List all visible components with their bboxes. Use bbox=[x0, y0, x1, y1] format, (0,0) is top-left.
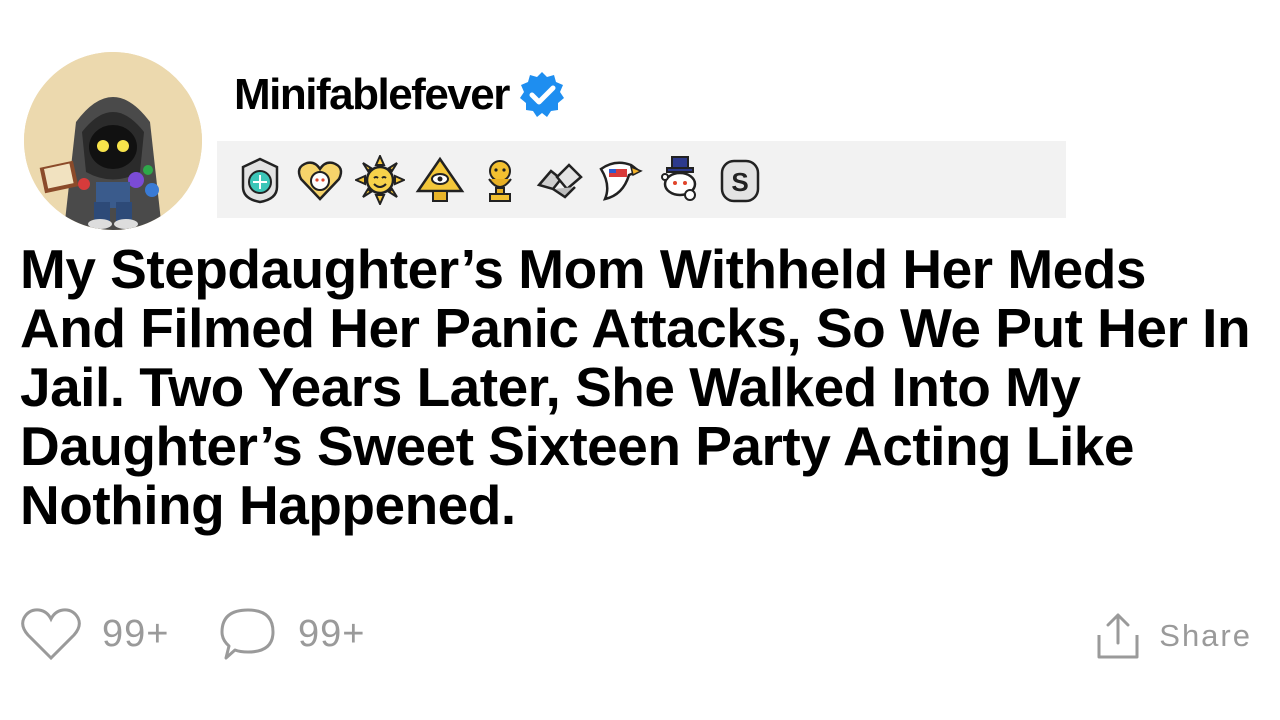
user-avatar[interactable] bbox=[24, 52, 202, 230]
svg-text:S: S bbox=[731, 167, 748, 197]
post-title: My Stepdaughter’s Mom Withheld Her Meds … bbox=[20, 238, 1251, 536]
like-count: 99+ bbox=[102, 612, 170, 655]
share-label: Share bbox=[1159, 618, 1252, 653]
verified-badge-icon bbox=[517, 70, 567, 120]
comment-bubble-icon bbox=[220, 608, 275, 660]
post-actions: 99+ 99+ Share bbox=[0, 604, 1280, 668]
share-button[interactable]: Share bbox=[1095, 604, 1252, 668]
like-button[interactable]: 99+ bbox=[20, 604, 169, 664]
author-row: Minifablefever bbox=[234, 66, 567, 124]
comment-button[interactable]: 99+ bbox=[218, 604, 365, 664]
silver-s-award-icon[interactable]: S bbox=[715, 155, 765, 205]
top-hat-snoo-award-icon[interactable] bbox=[655, 155, 705, 205]
sun-smile-award-icon[interactable] bbox=[355, 154, 405, 205]
hooded-figure-avatar-image bbox=[24, 52, 202, 230]
wholesome-heart-award-icon[interactable] bbox=[295, 155, 345, 205]
comment-count: 99+ bbox=[298, 612, 366, 655]
eagle-flag-award-icon[interactable] bbox=[595, 155, 645, 205]
heart-outline-icon bbox=[21, 608, 81, 661]
username[interactable]: Minifablefever bbox=[234, 70, 510, 120]
awards-bar: S bbox=[217, 141, 1066, 218]
pyramid-eye-award-icon[interactable] bbox=[415, 155, 465, 205]
gold-trophy-award-icon[interactable] bbox=[475, 155, 525, 205]
silver-shield-award-icon[interactable] bbox=[235, 155, 285, 205]
share-upload-icon bbox=[1097, 613, 1139, 659]
handshake-award-icon[interactable] bbox=[535, 155, 585, 205]
